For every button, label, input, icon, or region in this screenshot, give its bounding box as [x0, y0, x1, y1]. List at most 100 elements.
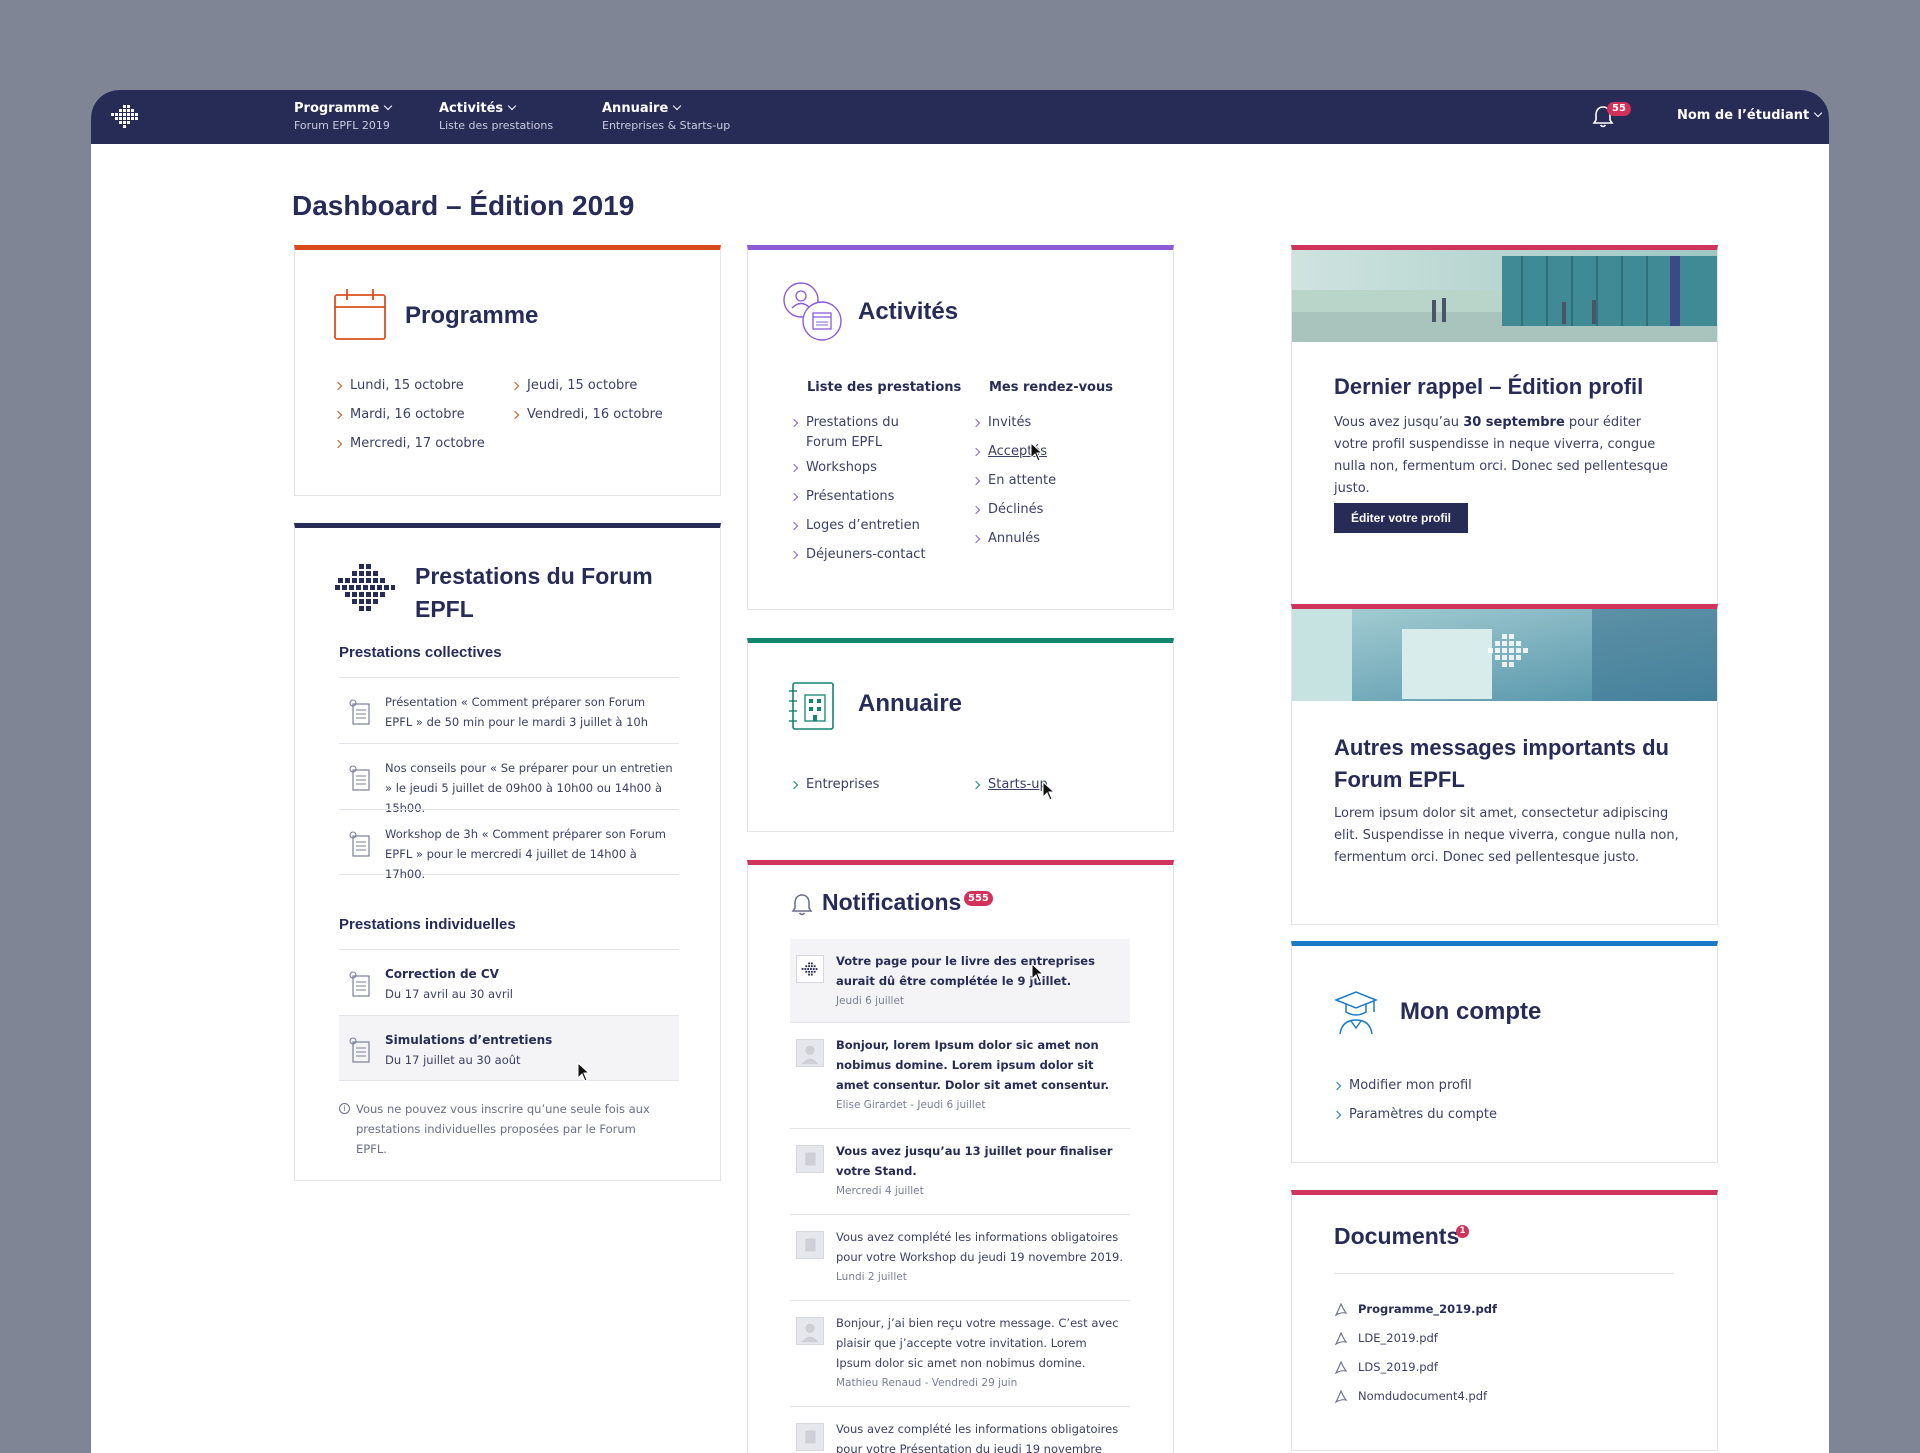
- divider: [1334, 1273, 1674, 1274]
- programme-date-link[interactable]: Jeudi, 15 octobre: [512, 371, 663, 400]
- notifications-title: Notifications: [822, 889, 962, 915]
- activite-link[interactable]: Workshops: [791, 453, 926, 482]
- prestation-individuelle-row[interactable]: Simulations d’entretiens Du 17 juillet au…: [339, 1015, 679, 1081]
- prestation-individuelle-name: Correction de CV: [385, 967, 499, 981]
- notification-item[interactable]: Votre page pour le livre des entreprises…: [790, 939, 1130, 1023]
- forum-epfl-logo-icon: [796, 955, 824, 983]
- programme-date-link[interactable]: Mercredi, 17 octobre: [335, 429, 485, 458]
- top-navbar: Programme Forum EPFL 2019 Activités List…: [91, 90, 1829, 144]
- activite-link[interactable]: Présentations: [791, 482, 926, 511]
- chevron-down-icon: [673, 101, 682, 111]
- mouse-cursor-icon: [1031, 963, 1045, 983]
- programme-date-link[interactable]: Mardi, 16 octobre: [335, 400, 485, 429]
- rappel-title: Dernier rappel – Édition profil: [1334, 374, 1644, 399]
- prestation-collective-row[interactable]: Workshop de 3h « Comment préparer son Fo…: [339, 809, 679, 881]
- bell-badge: 55: [1607, 102, 1631, 116]
- graduation-cap-icon: [1334, 991, 1378, 1035]
- prestations-notice: i Vous ne pouvez vous inscrire qu’une se…: [339, 1099, 669, 1159]
- notification-item[interactable]: Bonjour, lorem Ipsum dolor sic amet non …: [790, 1023, 1130, 1129]
- programme-date-link[interactable]: Lundi, 15 octobre: [335, 371, 485, 400]
- nav-annuaire[interactable]: Annuaire Entreprises & Starts-up: [602, 101, 730, 133]
- document-filename: Nomdudocument4.pdf: [1358, 1389, 1488, 1403]
- notification-meta: Elise Girardet - Jeudi 6 juillet: [836, 1099, 986, 1111]
- document-list-icon: [349, 971, 370, 997]
- prestations-individuelles-heading: Prestations individuelles: [339, 916, 516, 933]
- activite-link-prestations-forum[interactable]: Prestations du Forum EPFL: [791, 408, 926, 453]
- chevron-down-icon: [1813, 108, 1823, 118]
- document-link[interactable]: LDS_2019.pdf: [1334, 1353, 1497, 1382]
- notification-meta: Mercredi 4 juillet: [836, 1185, 924, 1197]
- prestation-collective-row[interactable]: Nos conseils pour « Se préparer pour un …: [339, 743, 679, 815]
- annuaire-list-col2: Starts-up: [973, 770, 1048, 799]
- nav-activites-label: Activités: [439, 101, 504, 116]
- prestations-card: Prestations du Forum EPFL Prestations co…: [294, 523, 721, 1181]
- prestations-notice-text: Vous ne pouvez vous inscrire qu’une seul…: [356, 1102, 650, 1156]
- annuaire-list-col1: Entreprises: [791, 770, 879, 799]
- notifications-bell-button[interactable]: 55: [1591, 102, 1631, 132]
- rendez-vous-link[interactable]: Invités: [973, 408, 1056, 437]
- user-menu[interactable]: Nom de l’étudiant: [1677, 108, 1823, 123]
- documents-card: Documents 1 Programme_2019.pdf LDE_2019.…: [1291, 1190, 1718, 1451]
- notification-message: Bonjour, j’ai bien reçu votre message. C…: [836, 1316, 1119, 1370]
- activites-card: Activités Liste des prestations Prestati…: [747, 245, 1174, 610]
- notification-message: Bonjour, lorem Ipsum dolor sic amet non …: [836, 1038, 1109, 1092]
- prestation-collective-text: Présentation « Comment préparer son Foru…: [385, 695, 648, 729]
- notification-meta: Mathieu Renaud - Vendredi 29 juin: [836, 1377, 1018, 1389]
- forum-epfl-logo[interactable]: [111, 105, 141, 129]
- notification-item[interactable]: Vous avez complété les informations obli…: [790, 1407, 1130, 1453]
- document-list-icon: [349, 831, 370, 857]
- annuaire-card: Annuaire Entreprises Starts-up: [747, 638, 1174, 832]
- programme-title: Programme: [405, 302, 539, 329]
- prestations-title-line2: EPFL: [415, 596, 474, 622]
- document-list-icon: [349, 1037, 370, 1063]
- document-icon: [796, 1423, 824, 1451]
- programme-dates-col2: Jeudi, 15 octobre Vendredi, 16 octobre: [512, 371, 663, 429]
- prestation-collective-row[interactable]: Présentation « Comment préparer son Foru…: [339, 677, 679, 743]
- annuaire-entreprises-link[interactable]: Entreprises: [791, 770, 879, 799]
- prestations-title-line1: Prestations du Forum: [415, 563, 653, 589]
- nav-programme-label: Programme: [294, 101, 380, 116]
- messages-body: Lorem ipsum dolor sit amet, consectetur …: [1334, 806, 1679, 865]
- nav-annuaire-label: Annuaire: [602, 101, 669, 116]
- prestation-individuelle-row[interactable]: Correction de CV Du 17 avril au 30 avril: [339, 949, 679, 1015]
- messages-title: Autres messages importants du Forum EPFL: [1334, 732, 1669, 796]
- document-link[interactable]: LDE_2019.pdf: [1334, 1324, 1497, 1353]
- edit-profile-link[interactable]: Modifier mon profil: [1334, 1071, 1497, 1100]
- document-list-icon: [349, 699, 370, 725]
- info-icon: i: [339, 1103, 350, 1114]
- user-calendar-icon: [783, 282, 842, 341]
- calendar-icon: [334, 289, 386, 340]
- document-filename: LDS_2019.pdf: [1358, 1360, 1438, 1374]
- activites-col1-heading: Liste des prestations: [807, 380, 962, 395]
- documents-list: Programme_2019.pdf LDE_2019.pdf LDS_2019…: [1334, 1295, 1497, 1411]
- activites-prestations-list: Prestations du Forum EPFL Workshops Prése…: [791, 408, 926, 569]
- user-avatar-icon: [796, 1039, 824, 1067]
- account-settings-link[interactable]: Paramètres du compte: [1334, 1100, 1497, 1129]
- compte-card: Mon compte Modifier mon profil Paramètre…: [1291, 941, 1718, 1163]
- rendez-vous-link[interactable]: Annulés: [973, 524, 1056, 553]
- document-icon: [796, 1231, 824, 1259]
- user-avatar-icon: [796, 1317, 824, 1345]
- document-link[interactable]: Programme_2019.pdf: [1334, 1295, 1497, 1324]
- document-filename: Programme_2019.pdf: [1358, 1302, 1498, 1316]
- prestation-individuelle-dates: Du 17 juillet au 30 août: [385, 1053, 521, 1067]
- notifications-card: Notifications 555 Votre page pour le liv…: [747, 860, 1174, 1453]
- activite-link[interactable]: Loges d’entretien: [791, 511, 926, 540]
- activite-link[interactable]: Déjeuners-contact: [791, 540, 926, 569]
- document-link[interactable]: Nomdudocument4.pdf: [1334, 1382, 1497, 1411]
- rendez-vous-link[interactable]: En attente: [973, 466, 1056, 495]
- nav-programme[interactable]: Programme Forum EPFL 2019: [294, 101, 393, 133]
- edit-profile-button[interactable]: Éditer votre profil: [1334, 503, 1469, 533]
- directory-book-icon: [789, 682, 834, 730]
- notification-item[interactable]: Vous avez jusqu’au 13 juillet pour final…: [790, 1129, 1130, 1215]
- programme-date-link[interactable]: Vendredi, 16 octobre: [512, 400, 663, 429]
- rendez-vous-link[interactable]: Déclinés: [973, 495, 1056, 524]
- document-icon: [796, 1145, 824, 1173]
- notification-message: Vous avez complété les informations obli…: [836, 1422, 1119, 1453]
- forum-hall-hero-image: [1292, 609, 1717, 701]
- annuaire-startups-link[interactable]: Starts-up: [973, 770, 1048, 799]
- notification-item[interactable]: Bonjour, j’ai bien reçu votre message. C…: [790, 1301, 1130, 1407]
- notification-item[interactable]: Vous avez complété les informations obli…: [790, 1215, 1130, 1301]
- nav-activites[interactable]: Activités Liste des prestations: [439, 101, 553, 133]
- rappel-body: Vous avez jusqu’au 30 septembre pour édi…: [1334, 415, 1668, 496]
